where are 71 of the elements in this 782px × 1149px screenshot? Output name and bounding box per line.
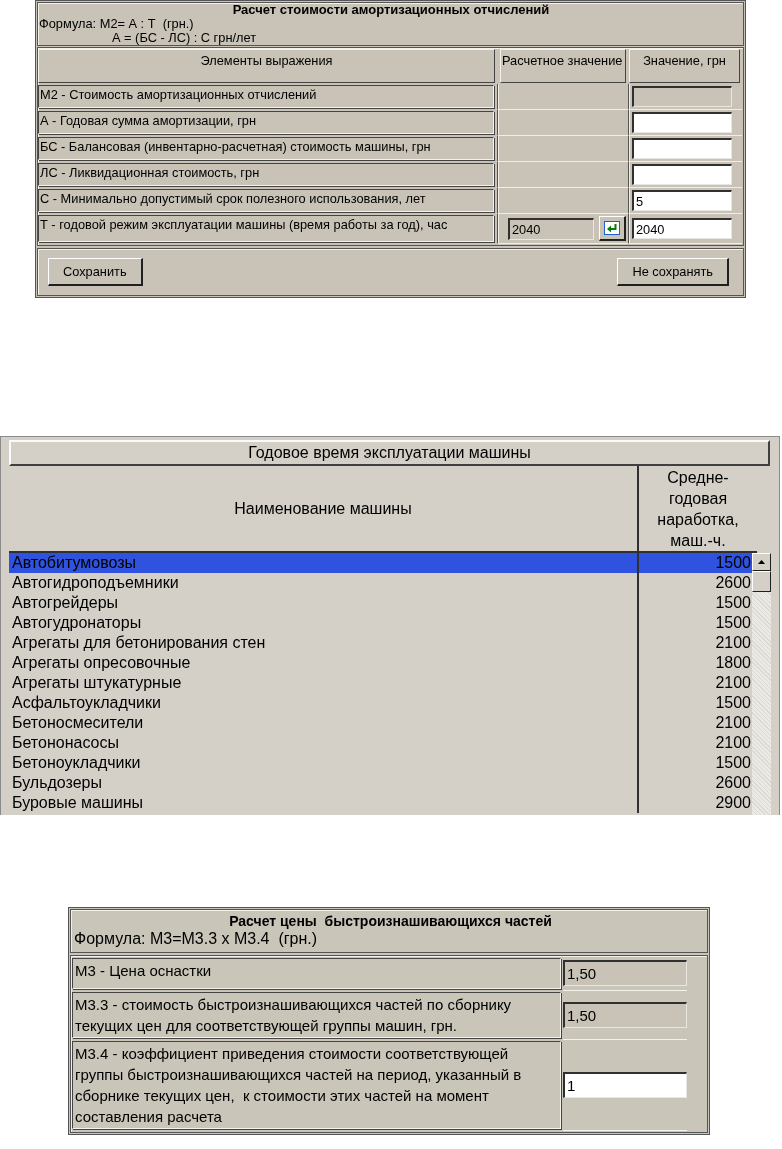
table-row[interactable]: Агрегаты штукатурные 2100 — [9, 673, 752, 693]
row-label: М3.4 - коэффициент приведения стоимости соответствующей группы быстроизнашивающихся частей на период, указанный в сборнике текущих цен, к стоимости этих частей на момент составления расчета — [72, 1041, 561, 1129]
table-cell: Автобитумовозы — [12, 554, 137, 571]
column-header: Элементы выражения — [38, 49, 495, 83]
table-cell: Бетоноукладчики — [12, 754, 141, 771]
table-cell: Агрегаты опресовочные — [12, 654, 191, 671]
column-header: Расчетное значение — [500, 49, 626, 83]
table-row[interactable]: Асфальтоукладчики 1500 — [9, 693, 752, 713]
table-row[interactable]: Агрегаты для бетонирования стен 2100 — [9, 633, 752, 653]
table-cell: 1500 — [715, 694, 751, 711]
table-cell: 1500 — [715, 554, 751, 571]
table-row[interactable]: Бульдозеры 2600 — [9, 773, 752, 793]
table-row[interactable]: Бетононасосы 2100 — [9, 733, 752, 753]
dont-save-button[interactable]: Не сохранять — [617, 258, 729, 286]
column-header: Значение, грн — [629, 49, 740, 83]
column-header: Наименование машины — [234, 499, 412, 518]
table-cell: 2900 — [715, 794, 751, 811]
apply-button[interactable] — [599, 216, 626, 241]
table-cell: 2600 — [715, 774, 751, 791]
table-cell: Бульдозеры — [12, 774, 102, 791]
table-row[interactable]: Автогрейдеры 1500 — [9, 593, 752, 613]
up-triangle-icon — [758, 560, 765, 564]
table-row[interactable]: Буровые машины 2900 — [9, 793, 752, 813]
table-cell: Автогудронаторы — [12, 614, 142, 631]
table-cell: Агрегаты штукатурные — [12, 674, 182, 691]
row-label: А - Годовая сумма амортизации, грн — [38, 111, 494, 134]
row-label: Т - годовой режим эксплуатации машины (время работы за год), час — [38, 215, 494, 242]
table-cell: Агрегаты для бетонирования стен — [12, 634, 266, 651]
table-cell: 2100 — [715, 674, 751, 691]
input-field[interactable]: 2040 — [632, 218, 732, 239]
table-row[interactable]: Агрегаты опресовочные 1800 — [9, 653, 752, 673]
input-field[interactable] — [632, 138, 732, 159]
row-label: БС - Балансовая (инвентарно-расчетная) стоимость машины, грн — [38, 137, 494, 160]
table-row[interactable]: Бетоносмесители 2100 — [9, 713, 752, 733]
table-row[interactable]: Бетоноукладчики 1500 — [9, 753, 752, 773]
table-cell: 1500 — [715, 754, 751, 771]
table-cell: 2100 — [715, 714, 751, 731]
row-label: М3.3 - стоимость быстроизнашивающихся частей по сборнику текущих цен для соответствующей группы машин, грн. — [72, 992, 561, 1038]
table-title: Годовое время эксплуатации машины — [9, 440, 770, 466]
table-cell: 1500 — [715, 614, 751, 631]
form-title: Расчет стоимости амортизационных отчислений — [231, 3, 551, 17]
table-cell: 1500 — [715, 594, 751, 611]
table-cell: Бетононасосы — [12, 734, 119, 751]
table-cell: Автогидроподъемники — [12, 574, 179, 591]
input-field[interactable] — [632, 112, 732, 133]
table-cell: Асфальтоукладчики — [12, 694, 161, 711]
column-header: Средне-годовая наработка, маш.-ч. — [656, 467, 740, 551]
table-row[interactable]: Автогудронаторы 1500 — [9, 613, 752, 633]
table-cell: 2600 — [715, 574, 751, 591]
input-field[interactable]: 5 — [632, 190, 732, 211]
input-field[interactable]: 1 — [563, 1071, 687, 1098]
scroll-up-button[interactable] — [752, 553, 771, 571]
table-cell: 2100 — [715, 734, 751, 751]
table-row[interactable]: Автогидроподъемники 2600 — [9, 573, 752, 593]
scrollbar-thumb[interactable] — [752, 571, 771, 592]
formula-text: А = (БС - ЛС) : С грн/лет — [111, 31, 258, 45]
formula-text: Формула: М3=М3.3 х М3.4 (грн.) — [74, 930, 319, 948]
table-cell: Автогрейдеры — [12, 594, 119, 611]
row-label: М2 - Стоимость амортизационных отчислений — [38, 85, 494, 108]
table-cell: 2100 — [715, 634, 751, 651]
row-label: ЛС - Ликвидационная стоимость, грн — [38, 163, 494, 186]
input-field[interactable] — [632, 164, 732, 185]
row-label: С - Минимально допустимый срок полезного использования, лет — [38, 189, 494, 212]
table-cell: 1800 — [715, 654, 751, 671]
formula-text: Формула: М2= А : Т (грн.) — [39, 17, 195, 31]
form-title: Расчет цены быстроизнашивающихся частей — [228, 913, 553, 930]
row-label: М3 - Цена оснастки — [72, 958, 561, 989]
save-button[interactable]: Сохранить — [48, 258, 143, 286]
table-cell: Бетоносмесители — [12, 714, 144, 731]
table-cell: Буровые машины — [12, 794, 144, 811]
scrollbar-track[interactable] — [752, 553, 771, 815]
